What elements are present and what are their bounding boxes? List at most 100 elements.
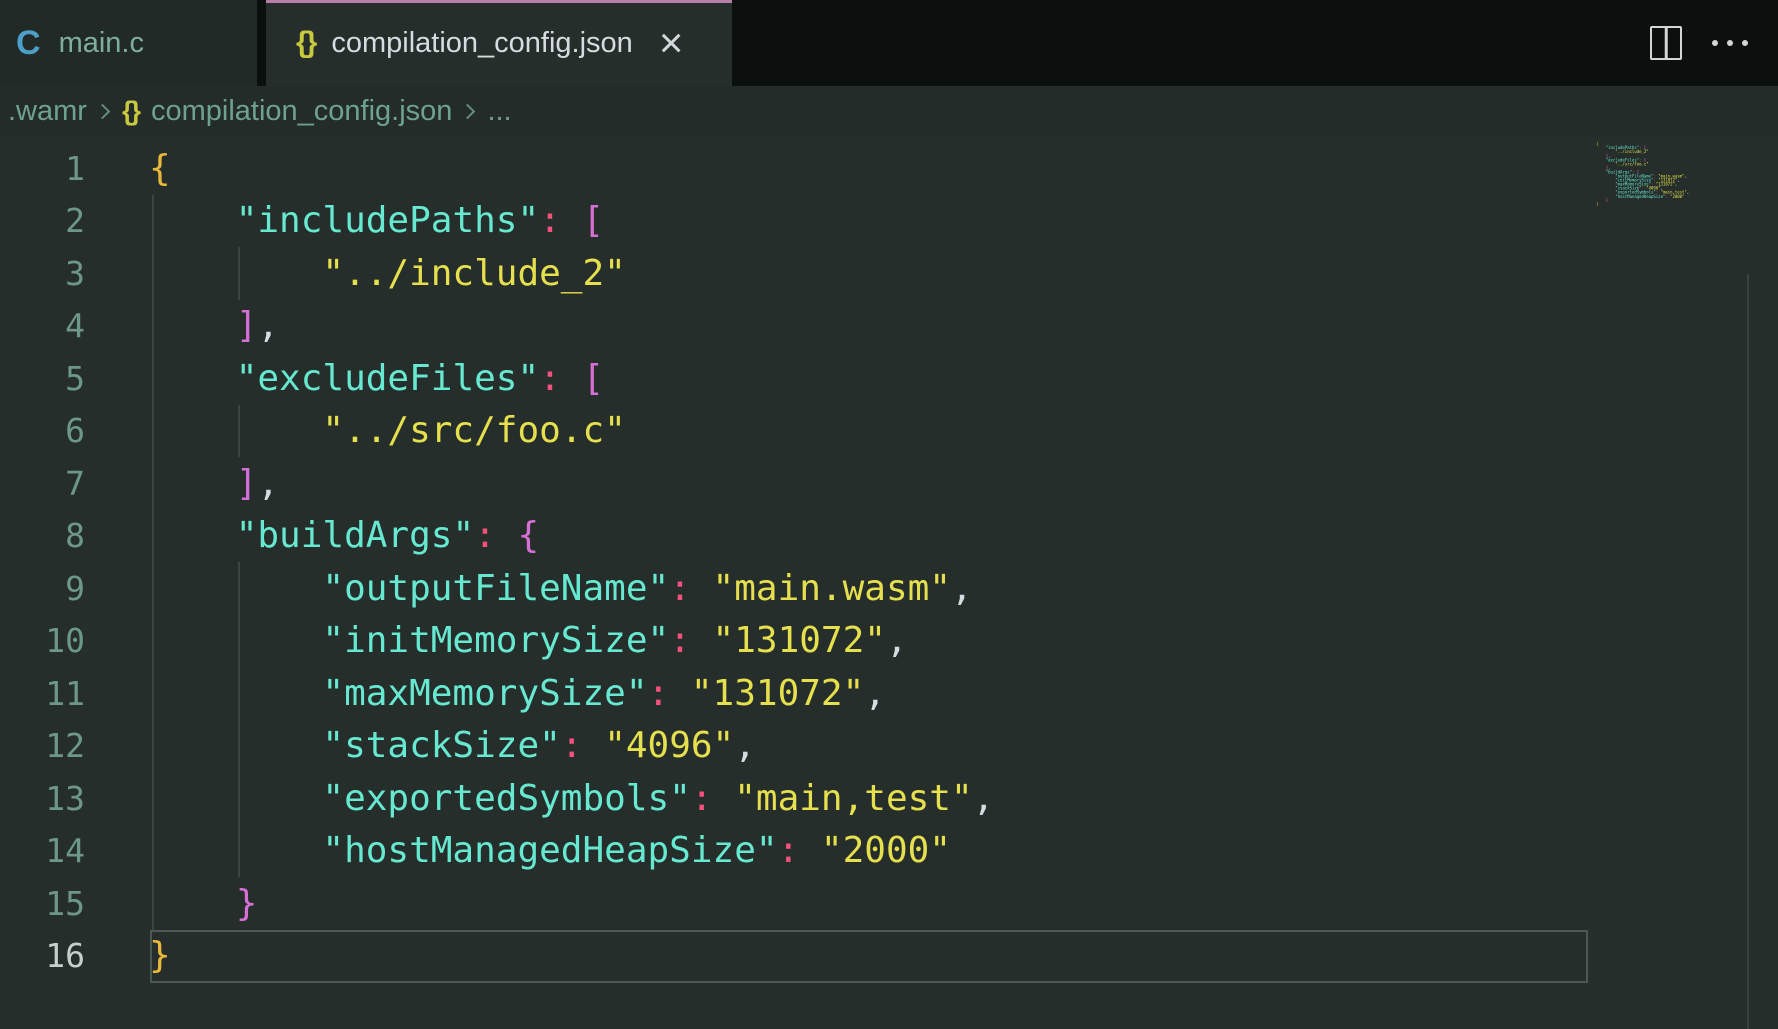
line-number[interactable]: 12 bbox=[0, 726, 85, 765]
code-token: , bbox=[973, 778, 995, 819]
minimap-separator bbox=[1747, 274, 1749, 1029]
line-number[interactable]: 15 bbox=[0, 884, 85, 923]
code-token: : bbox=[691, 778, 713, 819]
code-token: "2000" bbox=[821, 830, 951, 871]
code-token: , bbox=[1677, 178, 1679, 183]
code-token: [ bbox=[583, 200, 605, 241]
code-text: "includePaths": [ bbox=[149, 200, 604, 241]
code-token bbox=[713, 778, 735, 819]
code-line[interactable]: 16} bbox=[0, 930, 994, 983]
code-line[interactable]: 12 "stackSize": "4096", bbox=[0, 720, 994, 773]
code-token: , bbox=[734, 725, 756, 766]
code-line[interactable]: 8 "buildArgs": { bbox=[0, 510, 994, 563]
code-text: "exportedSymbols": "main,test", bbox=[149, 778, 994, 819]
code-line[interactable]: 7 ], bbox=[0, 457, 994, 510]
code-line[interactable]: 2 "includePaths": [ bbox=[0, 195, 994, 248]
line-number[interactable]: 9 bbox=[0, 569, 85, 608]
code-lines: 1{2 "includePaths": [3 "../include_2"4 ]… bbox=[0, 142, 994, 982]
code-line[interactable]: 1{ bbox=[0, 142, 994, 195]
code-text: "excludeFiles": [ bbox=[149, 358, 604, 399]
code-token: "131072" bbox=[713, 620, 886, 661]
code-token: "hostManagedHeapSize" bbox=[322, 830, 777, 871]
line-number[interactable]: 13 bbox=[0, 779, 85, 818]
line-number[interactable]: 2 bbox=[0, 201, 85, 240]
code-token: , bbox=[1675, 182, 1677, 187]
code-text: "outputFileName": "main.wasm", bbox=[149, 568, 973, 609]
line-number[interactable]: 4 bbox=[0, 306, 85, 345]
json-file-icon: {} bbox=[122, 96, 139, 127]
code-token bbox=[691, 568, 713, 609]
code-token: } bbox=[149, 935, 171, 976]
code-token bbox=[149, 568, 322, 609]
line-number[interactable]: 3 bbox=[0, 254, 85, 293]
code-line[interactable]: 6 "../src/foo.c" bbox=[0, 405, 994, 458]
code-token: : bbox=[561, 725, 583, 766]
code-line[interactable]: 3 "../include_2" bbox=[0, 247, 994, 300]
line-number[interactable]: 1 bbox=[0, 149, 85, 188]
line-number[interactable]: 6 bbox=[0, 411, 85, 450]
code-token: "131072" bbox=[691, 673, 864, 714]
line-number[interactable]: 10 bbox=[0, 621, 85, 660]
code-token: : bbox=[539, 358, 561, 399]
code-token: : bbox=[474, 515, 496, 556]
tab-compilation-config-json[interactable]: {} compilation_config.json × bbox=[266, 0, 732, 86]
code-token bbox=[496, 515, 518, 556]
split-editor-icon[interactable] bbox=[1650, 26, 1682, 60]
code-line[interactable]: 11 "maxMemorySize": "131072", bbox=[0, 667, 994, 720]
chevron-right-icon bbox=[95, 104, 111, 120]
code-token: "main,test" bbox=[734, 778, 972, 819]
code-line[interactable]: 4 ], bbox=[0, 300, 994, 353]
code-token: : bbox=[539, 200, 561, 241]
code-token bbox=[149, 358, 236, 399]
code-token: : bbox=[648, 673, 670, 714]
code-token: , bbox=[864, 673, 886, 714]
code-token: "outputFileName" bbox=[322, 568, 669, 609]
code-token bbox=[149, 515, 236, 556]
minimap[interactable]: { "includePaths": [ "../include_2" ], "e… bbox=[1583, 140, 1745, 1020]
code-token bbox=[799, 830, 821, 871]
code-text: } bbox=[149, 935, 171, 976]
code-token: "hostManagedHeapSize" bbox=[1615, 194, 1665, 199]
code-token bbox=[149, 463, 236, 504]
code-token: : bbox=[669, 620, 691, 661]
code-token bbox=[561, 358, 583, 399]
line-number[interactable]: 8 bbox=[0, 516, 85, 555]
code-line[interactable]: 9 "outputFileName": "main.wasm", bbox=[0, 562, 994, 615]
breadcrumb-file[interactable]: compilation_config.json bbox=[151, 95, 452, 128]
minimap-content: { "includePaths": [ "../include_2" ], "e… bbox=[1583, 140, 1636, 206]
line-number[interactable]: 16 bbox=[0, 936, 85, 975]
close-tab-icon[interactable]: × bbox=[659, 22, 684, 64]
code-token: "../include_2" bbox=[322, 253, 625, 294]
code-line[interactable]: 5 "excludeFiles": [ bbox=[0, 352, 994, 405]
code-line[interactable]: 14 "hostManagedHeapSize": "2000" bbox=[0, 825, 994, 878]
breadcrumb-symbol-more[interactable]: ... bbox=[487, 95, 511, 128]
code-text: "hostManagedHeapSize": "2000" bbox=[149, 830, 951, 871]
code-token: "maxMemorySize" bbox=[322, 673, 647, 714]
line-number[interactable]: 5 bbox=[0, 359, 85, 398]
code-token: : bbox=[669, 568, 691, 609]
code-line[interactable]: 10 "initMemorySize": "131072", bbox=[0, 615, 994, 668]
json-file-icon: {} bbox=[296, 26, 315, 60]
active-tab-indicator bbox=[266, 0, 732, 3]
code-token: , bbox=[257, 463, 279, 504]
code-line[interactable]: 13 "exportedSymbols": "main,test", bbox=[0, 772, 994, 825]
code-token: ] bbox=[236, 305, 258, 346]
code-text: ], bbox=[149, 463, 279, 504]
code-text: "stackSize": "4096", bbox=[149, 725, 756, 766]
code-token bbox=[149, 778, 322, 819]
breadcrumb-folder[interactable]: .wamr bbox=[8, 95, 87, 128]
code-editor[interactable]: 1{2 "includePaths": [3 "../include_2"4 ]… bbox=[0, 137, 1778, 1029]
code-text: ], bbox=[149, 305, 279, 346]
code-token: { bbox=[149, 148, 171, 189]
code-line[interactable]: 15 } bbox=[0, 877, 994, 930]
code-text: "maxMemorySize": "131072", bbox=[149, 673, 886, 714]
code-token: "excludeFiles" bbox=[236, 358, 539, 399]
code-token: "stackSize" bbox=[322, 725, 560, 766]
line-number[interactable]: 7 bbox=[0, 464, 85, 503]
split-editor-divider bbox=[1665, 28, 1668, 58]
line-number[interactable]: 14 bbox=[0, 831, 85, 870]
line-number[interactable]: 11 bbox=[0, 674, 85, 713]
more-actions-icon[interactable] bbox=[1710, 34, 1750, 52]
tab-main-c[interactable]: C main.c bbox=[0, 0, 257, 86]
code-token: "4096" bbox=[604, 725, 734, 766]
